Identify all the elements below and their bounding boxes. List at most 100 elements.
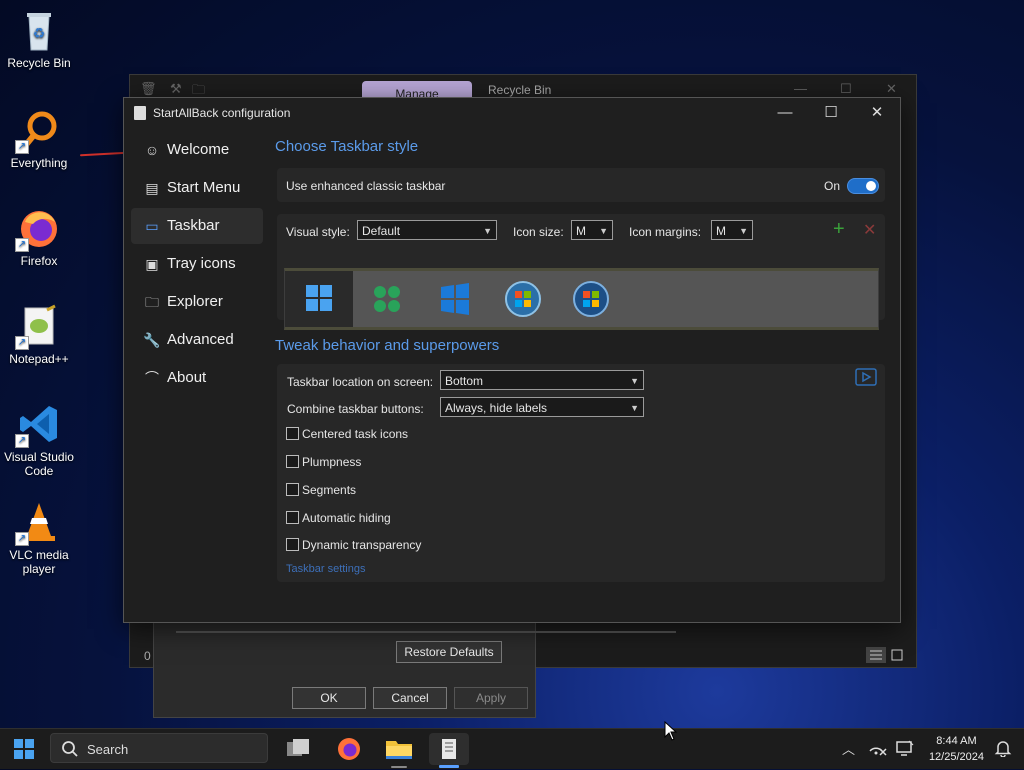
checkbox-box	[286, 455, 299, 468]
icon-size-value: M	[576, 224, 586, 238]
sidebar-item-welcome[interactable]: ☺ Welcome	[131, 132, 263, 168]
enhanced-taskbar-toggle[interactable]	[847, 178, 879, 194]
windows-7-orb-icon	[505, 281, 541, 317]
desktop-icon-firefox[interactable]: ↗ Firefox	[0, 206, 78, 268]
windows-11-logo-icon	[306, 285, 332, 311]
video-play-icon[interactable]	[855, 368, 877, 391]
enhanced-taskbar-panel: Use enhanced classic taskbar On	[277, 168, 885, 202]
chevron-down-icon: ▼	[630, 403, 639, 413]
style-windows-7-option[interactable]	[489, 271, 557, 327]
chevron-down-icon: ▼	[599, 226, 608, 236]
remove-icon[interactable]: ✕	[863, 220, 876, 240]
icon-margins-select[interactable]: M ▼	[711, 220, 753, 240]
clock-date: 12/25/2024	[928, 751, 984, 763]
sidebar-item-label: Tray icons	[167, 255, 236, 272]
restore-defaults-button[interactable]: Restore Defaults	[396, 641, 502, 663]
search-icon	[62, 741, 78, 757]
cancel-button[interactable]: Cancel	[373, 687, 447, 709]
start-menu-icon: ▤	[145, 180, 159, 196]
startallback-window[interactable]: StartAllBack configuration — ☐ ✕ ☺ Welco…	[123, 97, 901, 623]
taskbar-file-explorer-button[interactable]	[379, 733, 419, 768]
desktop-icon-label: VLC media player	[9, 548, 69, 576]
search-placeholder: Search	[87, 742, 129, 757]
close-icon[interactable]: ✕	[886, 81, 897, 97]
sidebar-item-about[interactable]: ⌒ About	[131, 360, 263, 396]
sidebar-item-start-menu[interactable]: ▤ Start Menu	[131, 170, 263, 206]
sidebar-item-explorer[interactable]: 🗀 Explorer	[131, 284, 263, 320]
shortcut-arrow-icon: ↗	[15, 238, 29, 252]
taskbar-startallback-button[interactable]	[429, 733, 469, 768]
desktop-icon-vlc[interactable]: ↗ VLC media player	[0, 500, 78, 576]
minimize-button[interactable]: —	[762, 98, 808, 128]
taskbar-firefox-button[interactable]	[329, 733, 369, 765]
maximize-icon[interactable]: ☐	[840, 81, 852, 97]
title-bar[interactable]: StartAllBack configuration — ☐ ✕	[124, 98, 900, 128]
tweak-behavior-heading: Tweak behavior and superpowers	[275, 337, 500, 354]
icon-size-label: Icon size:	[513, 225, 564, 239]
choose-taskbar-style-heading: Choose Taskbar style	[275, 138, 419, 155]
divider	[176, 631, 676, 633]
taskbar-location-select[interactable]: Bottom ▼	[440, 370, 644, 390]
sidebar-item-tray-icons[interactable]: ▣ Tray icons	[131, 246, 263, 282]
sidebar-item-label: Welcome	[167, 141, 230, 158]
tweak-panel: Taskbar location on screen: Bottom ▼ Com…	[277, 364, 885, 582]
ok-button[interactable]: OK	[292, 687, 366, 709]
wrench-icon: 🔧	[143, 332, 161, 348]
about-icon: ⌒	[145, 370, 159, 386]
centered-task-icons-checkbox[interactable]: Centered task icons	[286, 427, 408, 441]
close-button[interactable]: ✕	[854, 98, 900, 128]
add-icon[interactable]: +	[833, 218, 845, 241]
desktop-icon-vscode[interactable]: ↗ Visual Studio Code	[0, 402, 78, 478]
style-windows-10-blue-option[interactable]	[421, 271, 489, 327]
desktop-icon-notepad-plus-plus[interactable]: ↗ Notepad++	[0, 304, 78, 366]
style-windows-11-option[interactable]	[285, 271, 353, 327]
checkbox-box	[286, 511, 299, 524]
taskbar-settings-link[interactable]: Taskbar settings	[286, 563, 365, 575]
task-view-button[interactable]	[278, 733, 318, 765]
firefox-icon: ↗	[15, 206, 61, 252]
sidebar-item-taskbar[interactable]: ▭ Taskbar	[131, 208, 263, 244]
shortcut-arrow-icon: ↗	[15, 140, 29, 154]
smiley-icon: ☺	[144, 142, 160, 158]
minimize-icon[interactable]: —	[794, 81, 807, 96]
view-toggle[interactable]	[866, 647, 908, 663]
start-button[interactable]	[4, 733, 44, 765]
sidebar-item-advanced[interactable]: 🔧 Advanced	[131, 322, 263, 358]
chevron-down-icon: ▼	[630, 376, 639, 386]
maximize-button[interactable]: ☐	[808, 98, 854, 128]
windows-taskbar: Search ︿ 8:44 AM 12/25/2024	[0, 720, 1024, 769]
notepad-plus-plus-icon: ↗	[15, 304, 61, 350]
visual-style-value: Default	[362, 224, 401, 238]
style-windows-10-option[interactable]	[353, 271, 421, 327]
taskbar-search-box[interactable]: Search	[50, 733, 268, 763]
properties-dialog[interactable]: Restore Defaults OK Cancel Apply	[153, 622, 676, 718]
display-icon[interactable]	[895, 739, 915, 760]
wrench-icon: ⚒	[170, 81, 182, 96]
visual-style-select[interactable]: Default ▼	[357, 220, 497, 240]
system-clock[interactable]: 8:44 AM 12/25/2024	[929, 733, 984, 765]
automatic-hiding-checkbox[interactable]: Automatic hiding	[286, 511, 391, 525]
dynamic-transparency-checkbox[interactable]: Dynamic transparency	[286, 538, 421, 552]
sidebar-item-label: Start Menu	[167, 179, 241, 196]
show-hidden-icons-chevron-icon[interactable]: ︿	[842, 739, 855, 758]
desktop-icon-label: Everything	[10, 156, 68, 170]
checkbox-label: Dynamic transparency	[302, 538, 422, 552]
desktop-icon-everything[interactable]: ↗ Everything	[0, 108, 78, 170]
desktop-icon-recycle-bin[interactable]: ♻ Recycle Bin	[0, 8, 78, 70]
clock-time: 8:44 AM	[936, 735, 977, 747]
network-disconnected-icon[interactable]	[868, 739, 888, 760]
plumpness-checkbox[interactable]: Plumpness	[286, 455, 361, 469]
notification-bell-icon[interactable]	[994, 739, 1012, 760]
segments-checkbox[interactable]: Segments	[286, 483, 356, 497]
svg-text:♻: ♻	[33, 25, 46, 41]
checkbox-label: Automatic hiding	[302, 511, 391, 525]
windows-logo-icon	[14, 739, 34, 759]
shortcut-arrow-icon: ↗	[15, 434, 29, 448]
style-windows-vista-option[interactable]	[557, 271, 625, 327]
chevron-down-icon: ▼	[483, 226, 492, 236]
window-title: StartAllBack configuration	[153, 106, 291, 120]
combine-buttons-select[interactable]: Always, hide labels ▼	[440, 397, 644, 417]
icon-size-select[interactable]: M ▼	[571, 220, 613, 240]
shortcut-arrow-icon: ↗	[15, 532, 29, 546]
apply-button[interactable]: Apply	[454, 687, 528, 709]
